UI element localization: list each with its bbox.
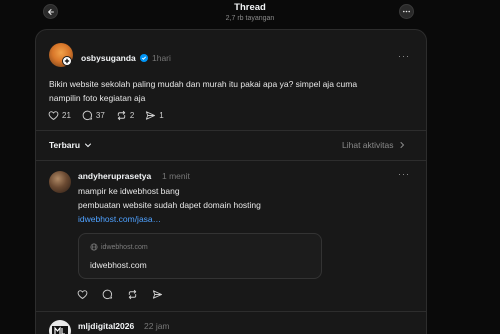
card-domain: idwebhost.com xyxy=(101,243,148,251)
comment-icon xyxy=(102,289,113,299)
sort-label: Terbaru xyxy=(49,140,81,150)
reply-repost-button[interactable] xyxy=(127,289,138,300)
post-text-line: nampilin foto kegiatan aja xyxy=(49,93,146,103)
reply-author-avatar[interactable] xyxy=(49,320,71,334)
post-author-avatar[interactable] xyxy=(49,43,73,67)
link-preview-card[interactable]: idwebhost.com idwebhost.com xyxy=(78,233,322,279)
sort-dropdown[interactable]: Terbaru xyxy=(49,140,92,150)
repost-icon xyxy=(117,110,125,120)
view-activity-link[interactable]: Lihat aktivitas xyxy=(342,140,406,150)
more-horizontal-icon xyxy=(402,10,411,13)
like-count: 21 xyxy=(62,110,71,120)
thread-options-button[interactable] xyxy=(399,4,414,19)
repost-icon xyxy=(128,289,137,300)
reply-author-avatar[interactable] xyxy=(49,171,71,193)
reply-body: mampir ke idwebhost bang pembuatan websi… xyxy=(78,184,261,226)
card-title: idwebhost.com xyxy=(90,260,147,270)
heart-icon xyxy=(77,290,88,299)
top-bar: Thread 2,7 rb tayangan xyxy=(0,0,500,28)
page-title: Thread xyxy=(234,2,266,13)
post-text-line: Bikin website sekolah paling mudah dan m… xyxy=(49,79,358,89)
comment-count: 37 xyxy=(95,110,105,120)
share-button[interactable]: 1 xyxy=(145,110,164,121)
activity-label: Lihat aktivitas xyxy=(342,140,394,150)
reply-username[interactable]: mljdigital2026 xyxy=(78,321,134,331)
thread-panel: osbysuganda 1hari ··· Bikin website seko… xyxy=(35,29,427,334)
header-title-group: Thread 2,7 rb tayangan xyxy=(0,2,500,23)
verified-badge-icon xyxy=(140,54,148,62)
reply-text-line: pembuatan website sudah dapet domain hos… xyxy=(78,200,261,210)
reply-link[interactable]: idwebhost.com/jasa… xyxy=(78,212,261,226)
post-actions: 21 37 2 1 xyxy=(48,108,175,122)
post-username[interactable]: osbysuganda xyxy=(81,53,136,63)
reply-username[interactable]: andyheruprasetya xyxy=(78,171,151,181)
chevron-down-icon xyxy=(85,143,92,148)
share-count: 1 xyxy=(159,110,164,120)
reply-comment-button[interactable] xyxy=(102,289,113,300)
repost-button[interactable]: 2 xyxy=(116,110,134,121)
post-body: Bikin website sekolah paling mudah dan m… xyxy=(49,77,409,105)
divider xyxy=(36,160,426,161)
reply-like-button[interactable] xyxy=(77,289,88,300)
reply-actions xyxy=(77,289,177,300)
repost-count: 2 xyxy=(129,110,135,120)
reply-options-icon[interactable]: ··· xyxy=(398,169,410,179)
brand-logo-icon xyxy=(52,326,68,334)
reply-text-line: mampir ke idwebhost bang xyxy=(78,186,180,196)
card-domain-row: idwebhost.com xyxy=(90,243,148,251)
divider xyxy=(36,130,426,131)
post-options-icon[interactable]: ··· xyxy=(398,51,410,61)
reply-time: 1 menit xyxy=(162,171,190,181)
chevron-right-icon xyxy=(400,142,404,148)
view-count: 2,7 rb tayangan xyxy=(225,15,275,22)
divider xyxy=(36,311,426,312)
heart-icon xyxy=(48,110,59,120)
comment-icon xyxy=(82,110,92,120)
post-time: 1hari xyxy=(152,53,171,63)
globe-icon xyxy=(90,243,98,251)
follow-plus-icon[interactable] xyxy=(62,56,72,66)
comment-button[interactable]: 37 xyxy=(82,110,105,121)
send-icon xyxy=(146,110,156,120)
like-button[interactable]: 21 xyxy=(48,110,71,121)
reply-time: 22 jam xyxy=(144,321,170,331)
send-icon xyxy=(152,290,163,299)
reply-share-button[interactable] xyxy=(152,289,163,300)
